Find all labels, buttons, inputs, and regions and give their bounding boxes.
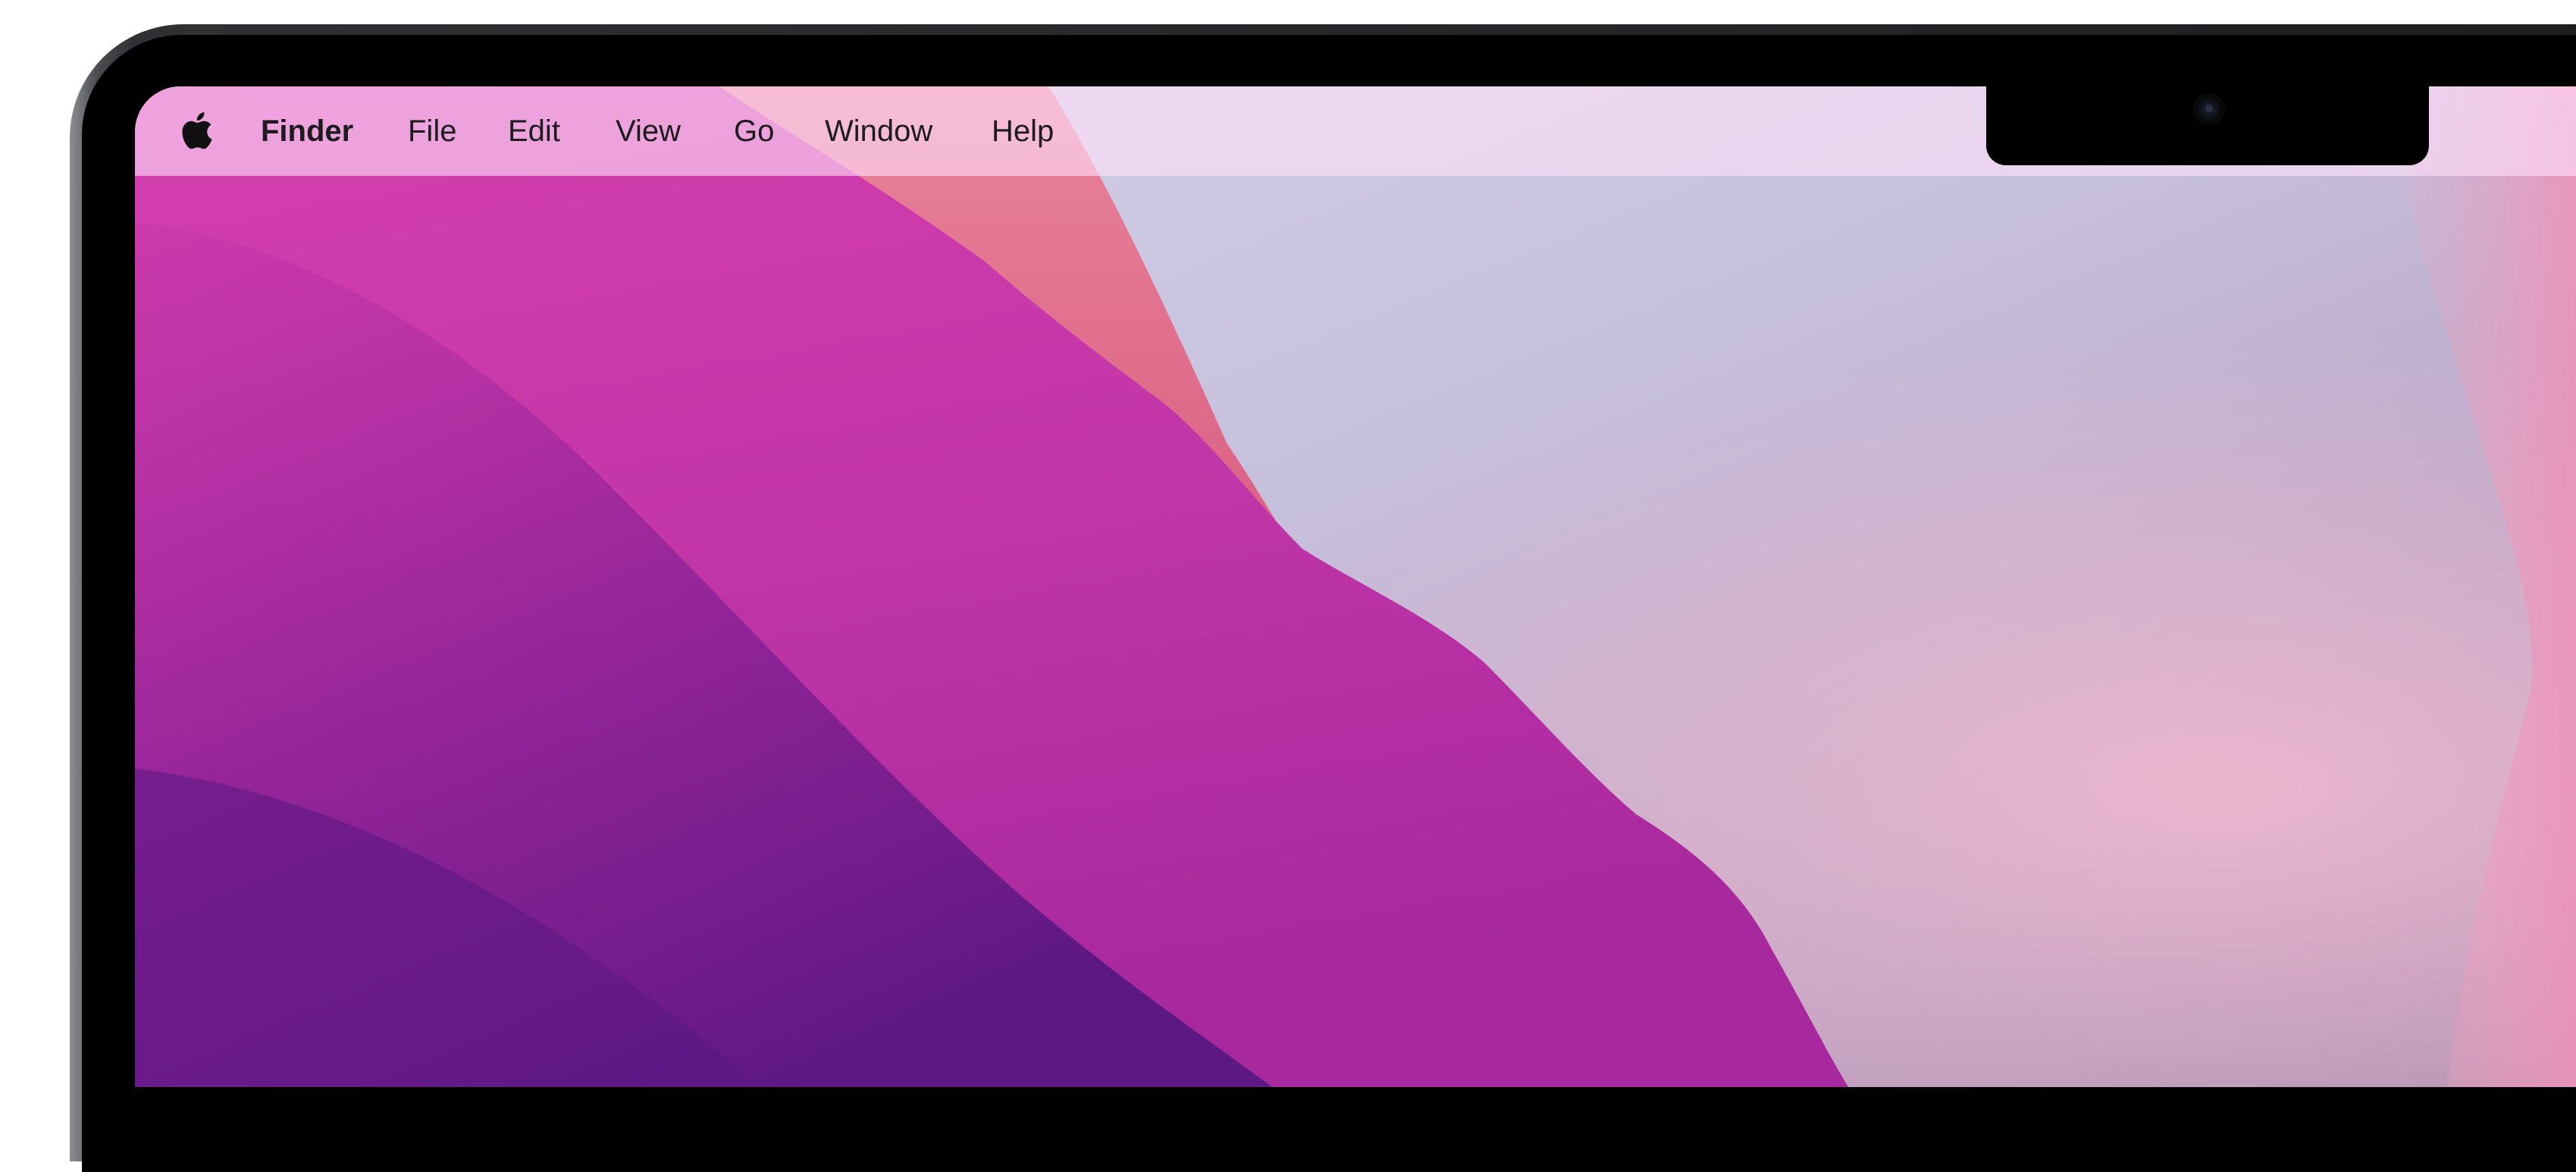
menu-file[interactable]: File: [408, 86, 456, 176]
menu-help[interactable]: Help: [992, 86, 1054, 176]
menu-app-finder[interactable]: Finder: [261, 86, 353, 176]
menu-edit[interactable]: Edit: [508, 86, 560, 176]
menu-view[interactable]: View: [616, 86, 681, 176]
desktop-screen: Finder File Edit View Go Window Help: [135, 86, 2576, 1087]
desktop-wallpaper: [135, 86, 2576, 1087]
camera-icon: [2195, 96, 2223, 123]
apple-logo-icon[interactable]: [177, 109, 214, 152]
menu-window[interactable]: Window: [825, 86, 932, 176]
menu-go[interactable]: Go: [734, 86, 774, 176]
